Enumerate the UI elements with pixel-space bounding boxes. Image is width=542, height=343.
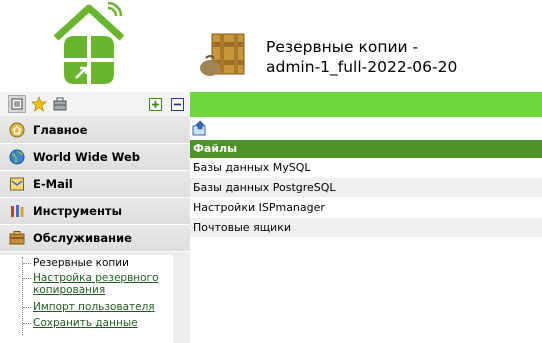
- submenu-item-save-data[interactable]: Сохранить данные: [23, 317, 138, 329]
- submenu-item-import-user[interactable]: Импорт пользователя: [23, 301, 155, 313]
- briefcase-icon: [53, 97, 67, 111]
- favorites-button[interactable]: [31, 96, 47, 112]
- list-icon: [11, 98, 23, 110]
- nav-item-main[interactable]: Главное: [0, 117, 190, 144]
- star-icon: [31, 96, 47, 112]
- mail-icon: [10, 177, 24, 191]
- sidebar-toolbar: [0, 92, 190, 116]
- sidebar: Главное World Wide Web E-Mail Инструмент…: [0, 92, 190, 343]
- main-content: Файлы Базы данных MySQL Базы данных Post…: [190, 92, 542, 343]
- up-level-icon[interactable]: [192, 120, 208, 136]
- nav-item-maintenance[interactable]: Обслуживание: [0, 225, 190, 252]
- nav-list: Главное World Wide Web E-Mail Инструмент…: [0, 117, 190, 252]
- page-title-line2: admin-1_full-2022-06-20: [266, 58, 458, 76]
- page-title-line1: Резервные копии -: [266, 38, 419, 56]
- files-table: Файлы Базы данных MySQL Базы данных Post…: [190, 140, 542, 238]
- table-header[interactable]: Файлы: [190, 140, 542, 158]
- collapse-all-icon: [170, 97, 184, 111]
- globe-icon: [9, 149, 25, 165]
- ispmanager-logo: [53, 2, 125, 84]
- table-row[interactable]: Базы данных MySQL: [190, 158, 542, 178]
- briefcase-button[interactable]: [52, 96, 68, 112]
- nav-item-label: Обслуживание: [33, 231, 132, 245]
- backup-box-icon: [200, 33, 245, 76]
- expand-all-button[interactable]: [147, 96, 163, 112]
- header: Резервные копии - admin-1_full-2022-06-2…: [0, 0, 542, 92]
- nav-item-label: E-Mail: [33, 177, 73, 191]
- submenu-item-backup-settings[interactable]: Настройка резервного копирования: [23, 272, 173, 296]
- nav-item-email[interactable]: E-Mail: [0, 171, 190, 198]
- table-row[interactable]: Базы данных PostgreSQL: [190, 178, 542, 198]
- nav-item-www[interactable]: World Wide Web: [0, 144, 190, 171]
- collapse-all-button[interactable]: [169, 96, 185, 112]
- maintenance-icon: [9, 231, 25, 245]
- table-row[interactable]: Почтовые ящики: [190, 218, 542, 238]
- submenu-item-backups[interactable]: Резервные копии: [23, 257, 129, 269]
- page-title: Резервные копии - admin-1_full-2022-06-2…: [266, 37, 536, 77]
- toolbar-bar: [190, 92, 542, 117]
- nav-item-label: Главное: [33, 123, 88, 137]
- maintenance-submenu: Резервные копии Настройка резервного коп…: [0, 255, 173, 343]
- list-view-button[interactable]: [8, 95, 26, 113]
- nav-item-label: Инструменты: [33, 204, 122, 218]
- table-row[interactable]: Настройки ISPmanager: [190, 198, 542, 218]
- nav-item-label: World Wide Web: [33, 150, 140, 164]
- tools-icon: [11, 205, 24, 217]
- expand-all-icon: [148, 97, 162, 111]
- nav-item-tools[interactable]: Инструменты: [0, 198, 190, 225]
- home-icon: [9, 122, 25, 138]
